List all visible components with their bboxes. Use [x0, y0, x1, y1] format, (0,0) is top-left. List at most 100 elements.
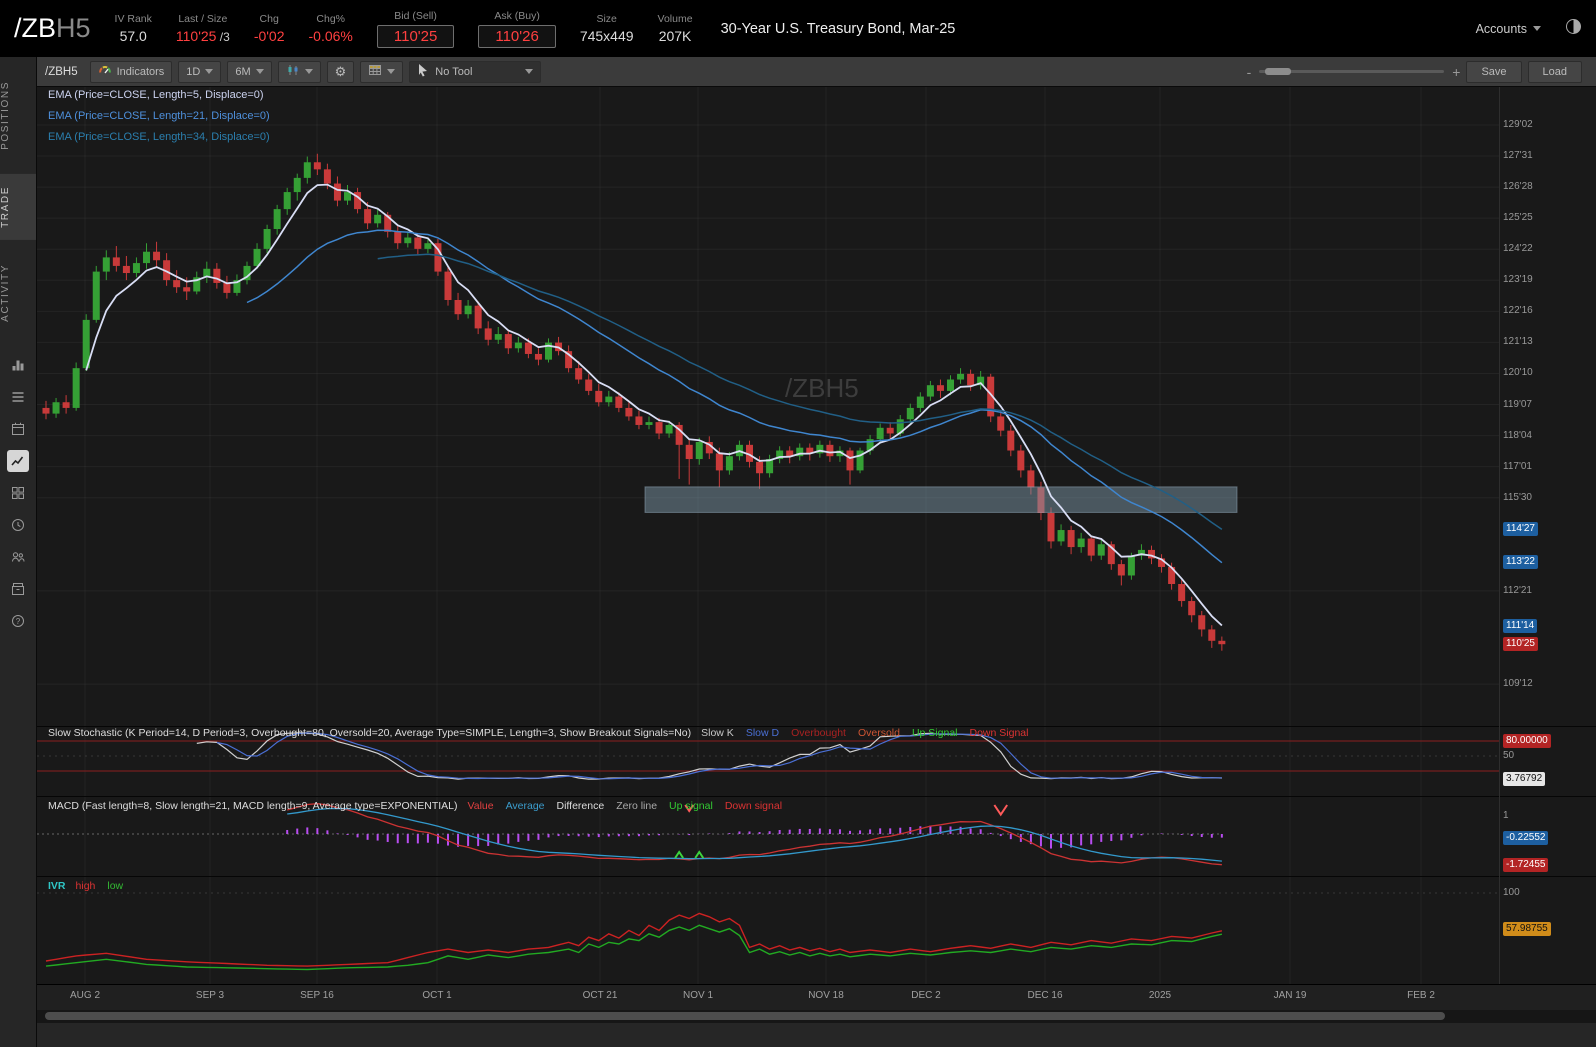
legend-item: Average — [505, 800, 545, 812]
time-axis-label: OCT 21 — [582, 990, 618, 1001]
price-grid-label: 109'12 — [1503, 678, 1533, 690]
price-grid-label: 119'07 — [1503, 398, 1532, 410]
field-label: Size — [596, 13, 617, 25]
price-grid-label: 126'28 — [1503, 181, 1533, 193]
accounts-label: Accounts — [1475, 21, 1527, 36]
price-chart-canvas[interactable]: /ZBH5 — [37, 87, 1499, 726]
field-value: -0.06% — [308, 28, 353, 44]
chart-toolbar: /ZBH5 Indicators 1D 6M ⚙ No Tool - + Sav… — [37, 57, 1596, 87]
chevron-down-icon — [304, 69, 313, 74]
time-axis-label: FEB 2 — [1407, 990, 1435, 1001]
price-grid-label: 118'04 — [1503, 429, 1532, 441]
chevron-down-icon — [387, 69, 396, 74]
field-label: Chg — [259, 13, 279, 25]
chevron-down-icon — [1533, 26, 1541, 31]
legend-item: Slow K — [701, 727, 734, 739]
clock-icon[interactable] — [7, 514, 29, 536]
zoom-slider[interactable] — [1259, 68, 1445, 75]
trading-app: /ZBH5 IV Rank 57.0 Last / Size 110'25 /3… — [0, 0, 1596, 1047]
legend-item: Down signal — [724, 800, 783, 812]
zoom-slider-handle[interactable] — [1265, 68, 1292, 75]
ivr-legend-title: IVR — [48, 880, 66, 892]
scrollbar-handle[interactable] — [45, 1012, 1445, 1020]
field-value: 745x449 — [579, 28, 634, 44]
price-grid-label: 123'19 — [1503, 274, 1533, 286]
chart-scrollbar[interactable] — [37, 1010, 1596, 1023]
accounts-menu[interactable]: Accounts — [1476, 22, 1541, 36]
field-label: Ask (Buy) — [494, 9, 540, 22]
watchlist-icon[interactable] — [7, 386, 29, 408]
legend-item: Up Signal — [911, 727, 958, 739]
price-grid-label: 120'10 — [1503, 367, 1533, 379]
chevron-down-icon — [525, 69, 534, 74]
legend-item: Down Signal — [969, 727, 1029, 739]
layout-grid-icon — [368, 63, 382, 80]
ivr-axis-label: 57.98755 — [1503, 921, 1551, 936]
legend-item: Value — [467, 800, 494, 812]
watermark: /ZBH5 — [785, 373, 859, 403]
ivr-axis-label: 100 — [1503, 887, 1520, 898]
stoch-axis-label: 3.76792 — [1503, 772, 1546, 787]
save-button[interactable]: Save — [1466, 60, 1522, 83]
macd-down-signal-arrow — [993, 804, 1008, 817]
ema-legend-21: EMA (Price=CLOSE, Length=21, Displace=0) — [48, 110, 270, 122]
help-icon[interactable]: ? — [7, 610, 29, 632]
legend-item: Up signal — [669, 800, 713, 812]
stoch-legend: Slow Stochastic (K Period=14, D Period=3… — [48, 727, 1028, 739]
bid-button[interactable]: 110'25 — [376, 24, 455, 48]
drawing-tool-dropdown[interactable]: No Tool — [409, 60, 542, 83]
sidebar-icon-stack: ? — [7, 354, 29, 632]
candle-style-icon — [286, 63, 300, 80]
time-axis-label: 2025 — [1148, 990, 1172, 1001]
zoom-out-button[interactable]: - — [1247, 64, 1252, 80]
cursor-icon — [417, 63, 429, 80]
ask-field: Ask (Buy) 110'26 — [478, 9, 556, 48]
legend-item: Difference — [556, 800, 605, 812]
time-axis-label: OCT 1 — [422, 990, 452, 1001]
time-axis-label: SEP 3 — [195, 990, 225, 1001]
size-field: Size 745x449 — [580, 13, 634, 44]
time-axis-label: DEC 16 — [1027, 990, 1063, 1001]
macd-up-signal-arrow — [674, 850, 684, 859]
chart-settings-button[interactable]: ⚙ — [326, 60, 355, 83]
symbol-title: /ZBH5 — [14, 13, 91, 43]
chg-pct-field: Chg% -0.06% — [309, 13, 353, 44]
macd-axis-label: -1.72455 — [1503, 858, 1549, 873]
price-grid-label: 127'31 — [1503, 150, 1533, 162]
timeframe-dropdown[interactable]: 1D — [178, 60, 222, 83]
price-grid-label: 121'13 — [1503, 336, 1533, 348]
chart-symbol-label: /ZBH5 — [45, 65, 78, 78]
ivr-legend: IVR high low — [48, 880, 123, 892]
layout-grid-dropdown[interactable] — [360, 60, 404, 83]
sidebar-tab-positions[interactable]: POSITIONS — [0, 69, 36, 162]
ask-button[interactable]: 110'26 — [478, 24, 556, 48]
legend-item: low — [107, 880, 124, 892]
chart-type-dropdown[interactable] — [277, 60, 321, 83]
price-grid-label: 117'01 — [1503, 460, 1532, 472]
zoom-in-button[interactable]: + — [1452, 64, 1460, 80]
ema-value-bubble: 114'27 — [1503, 521, 1538, 536]
active-chart-icon[interactable] — [7, 449, 29, 472]
indicators-button[interactable]: Indicators — [89, 60, 173, 83]
load-button[interactable]: Load — [1527, 60, 1582, 83]
range-dropdown[interactable]: 6M — [227, 60, 272, 83]
ivr-panel[interactable] — [37, 876, 1499, 984]
box-icon[interactable] — [7, 578, 29, 600]
price-grid-label: 115'30 — [1503, 491, 1532, 503]
time-axis-label: AUG 2 — [69, 990, 101, 1001]
grid-icon[interactable] — [7, 482, 29, 504]
calendar-icon[interactable] — [7, 418, 29, 440]
field-value: 207K — [658, 28, 692, 44]
field-value: 110'25 /3 — [175, 28, 230, 44]
last-size-field: Last / Size 110'25 /3 — [176, 13, 230, 44]
ema-value-bubble: 111'14 — [1503, 618, 1538, 633]
sidebar-tab-activity[interactable]: ACTIVITY — [0, 252, 36, 334]
sidebar-tab-trade[interactable]: TRADE — [0, 173, 36, 240]
time-axis-label: NOV 1 — [682, 990, 714, 1001]
legend-item: Overbought — [791, 727, 846, 739]
stoch-legend-title: Slow Stochastic (K Period=14, D Period=3… — [48, 727, 692, 739]
macd-up-signal-arrow — [694, 850, 705, 859]
theme-toggle-icon[interactable] — [1565, 18, 1582, 40]
bar-chart-icon[interactable] — [7, 354, 29, 376]
contacts-icon[interactable] — [7, 546, 29, 568]
